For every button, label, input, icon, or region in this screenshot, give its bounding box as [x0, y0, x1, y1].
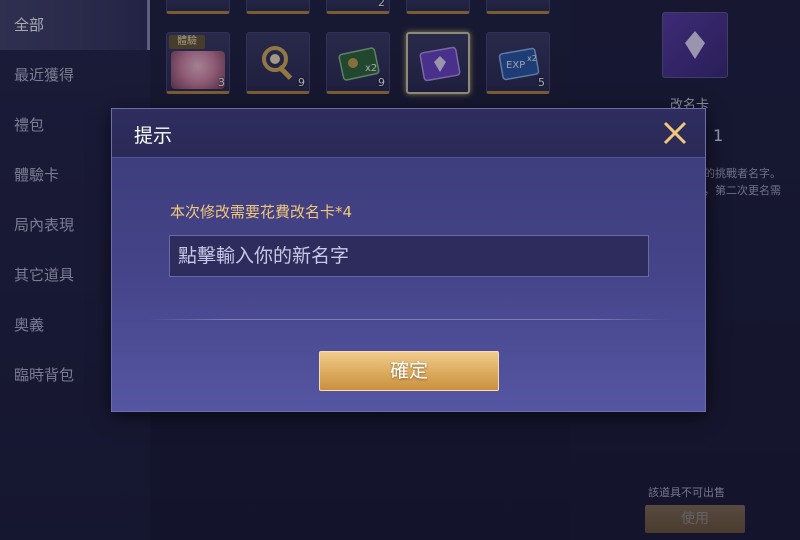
cost-message: 本次修改需要花費改名卡*4	[170, 203, 353, 221]
divider	[148, 319, 670, 320]
confirm-button[interactable]: 確定	[319, 351, 499, 391]
dialog-header: 提示	[112, 109, 705, 158]
close-icon[interactable]	[661, 119, 689, 147]
dialog-title: 提示	[134, 125, 173, 147]
rename-dialog: 提示 本次修改需要花費改名卡*4 確定	[111, 108, 706, 412]
new-name-input[interactable]	[169, 235, 649, 277]
